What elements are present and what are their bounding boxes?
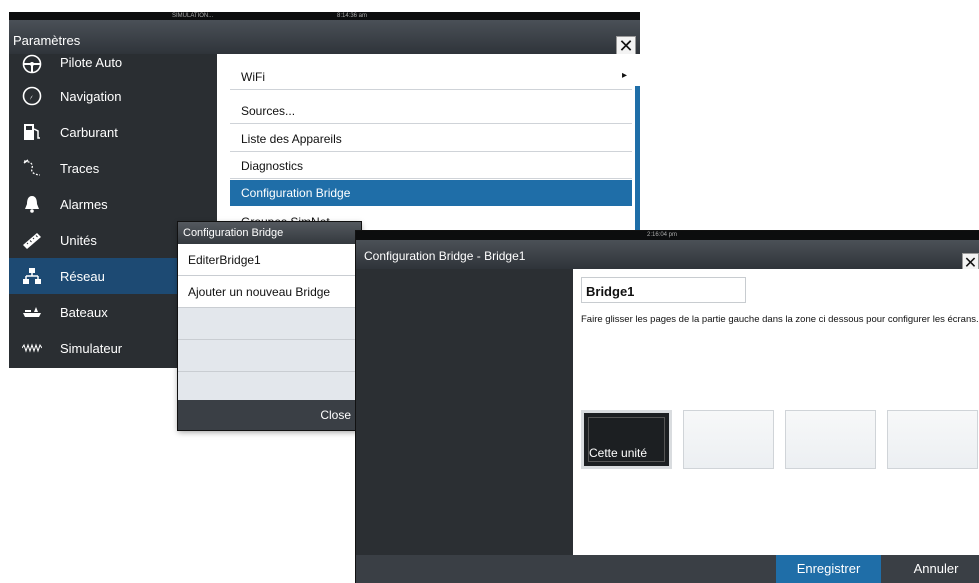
list-item-empty <box>178 340 361 372</box>
settings-titlebar: Paramètres ✕ <box>9 20 640 56</box>
menu-item-label: WiFi <box>241 70 265 84</box>
sidebar-item-label: Bateaux <box>60 305 108 320</box>
chevron-right-icon: ▸ <box>621 70 627 81</box>
sidebar-item-label: Pilote Auto <box>60 55 123 70</box>
list-item-add-bridge[interactable]: Ajouter un nouveau Bridge <box>178 276 361 308</box>
sidebar-item-traces[interactable]: Traces <box>9 150 217 186</box>
menu-item-wifi[interactable]: WiFi ▸ <box>230 64 632 90</box>
sidebar-item-alarmes[interactable]: Alarmes <box>9 186 217 222</box>
bridge-name-field[interactable]: Bridge1 <box>581 277 746 303</box>
sidebar-item-label: Navigation <box>60 89 122 104</box>
sidebar-item-carburant[interactable]: Carburant <box>9 114 217 150</box>
pages-source-pane[interactable] <box>356 269 573 555</box>
settings-title: Paramètres <box>13 33 81 48</box>
tracks-icon <box>23 159 41 176</box>
ships-icon <box>23 307 41 317</box>
sidebar-item-label: Alarmes <box>60 197 108 212</box>
menu-item-label: Liste des Appareils <box>241 132 342 146</box>
screen-slot-empty[interactable] <box>887 410 978 469</box>
network-icon <box>23 268 41 284</box>
menu-item-label: Diagnostics <box>241 159 304 173</box>
close-icon[interactable]: ✕ <box>616 36 636 56</box>
sidebar-item-label: Réseau <box>60 269 105 284</box>
sidebar-item-label: Unités <box>60 233 97 248</box>
fuel-pump-icon <box>24 124 40 140</box>
list-item-label: Ajouter un nouveau Bridge <box>188 285 331 299</box>
compass-icon <box>22 86 42 106</box>
sidebar-item-label: Traces <box>60 161 100 176</box>
bridge-edit-titlebar: Configuration Bridge - Bridge1 ✕ <box>356 240 979 273</box>
bridge-config-pane: Bridge1 Faire glisser les pages de la pa… <box>573 269 979 555</box>
status-bar: SIMULATION... 8:14:36 am <box>9 12 640 20</box>
status-mode: SIMULATION... <box>172 13 214 19</box>
screen-slot-empty[interactable] <box>785 410 876 469</box>
bridge-list-title: Configuration Bridge <box>183 227 284 239</box>
screen-slot-label: Cette unité <box>589 446 648 460</box>
bridge-edit-footer: Enregistrer Annuler <box>356 555 979 583</box>
screen-slot-empty[interactable] <box>683 410 774 469</box>
sidebar-item-label: Simulateur <box>60 341 123 356</box>
bridge-edit-title: Configuration Bridge - Bridge1 <box>364 249 526 263</box>
instruction-text: Faire glisser les pages de la partie gau… <box>581 314 979 325</box>
screen-slot-this-unit[interactable]: Cette unité <box>581 410 672 469</box>
ruler-icon <box>23 233 41 249</box>
bridge-edit-dialog: 2:16:04 pm Configuration Bridge - Bridge… <box>356 231 979 583</box>
menu-item-liste-appareils[interactable]: Liste des Appareils <box>230 126 632 152</box>
list-item-edit-bridge1[interactable]: EditerBridge1 <box>178 244 361 276</box>
save-button[interactable]: Enregistrer <box>776 555 881 583</box>
sidebar-item-label: Carburant <box>60 125 118 140</box>
bridge-list-footer: Close <box>178 400 361 430</box>
menu-item-diagnostics[interactable]: Diagnostics <box>230 153 632 179</box>
list-item-label: EditerBridge1 <box>188 253 261 267</box>
close-button[interactable]: Close <box>320 408 351 422</box>
menu-item-label: Sources... <box>241 104 296 118</box>
menu-item-configuration-bridge[interactable]: Configuration Bridge <box>230 180 632 206</box>
wave-icon <box>22 343 42 353</box>
sidebar-item-pilote-auto[interactable]: Pilote Auto <box>9 54 217 78</box>
bridge-list-titlebar: Configuration Bridge <box>178 222 361 244</box>
menu-item-label: Configuration Bridge <box>241 186 351 200</box>
status-clock: 2:16:04 pm <box>647 232 678 238</box>
status-clock: 8:14:36 am <box>337 13 368 19</box>
menu-item-sources[interactable]: Sources... <box>230 98 632 124</box>
sidebar-item-navigation[interactable]: Navigation <box>9 78 217 114</box>
bridge-list-dialog: Configuration Bridge EditerBridge1 Ajout… <box>178 222 361 430</box>
menu-scrollbar[interactable] <box>635 86 640 241</box>
cancel-button[interactable]: Annuler <box>893 555 979 583</box>
status-bar: 2:16:04 pm <box>356 231 979 240</box>
bell-icon <box>25 196 39 213</box>
steering-wheel-icon <box>22 54 42 74</box>
list-item-empty <box>178 308 361 340</box>
bridge-list: EditerBridge1 Ajouter un nouveau Bridge <box>178 244 361 404</box>
